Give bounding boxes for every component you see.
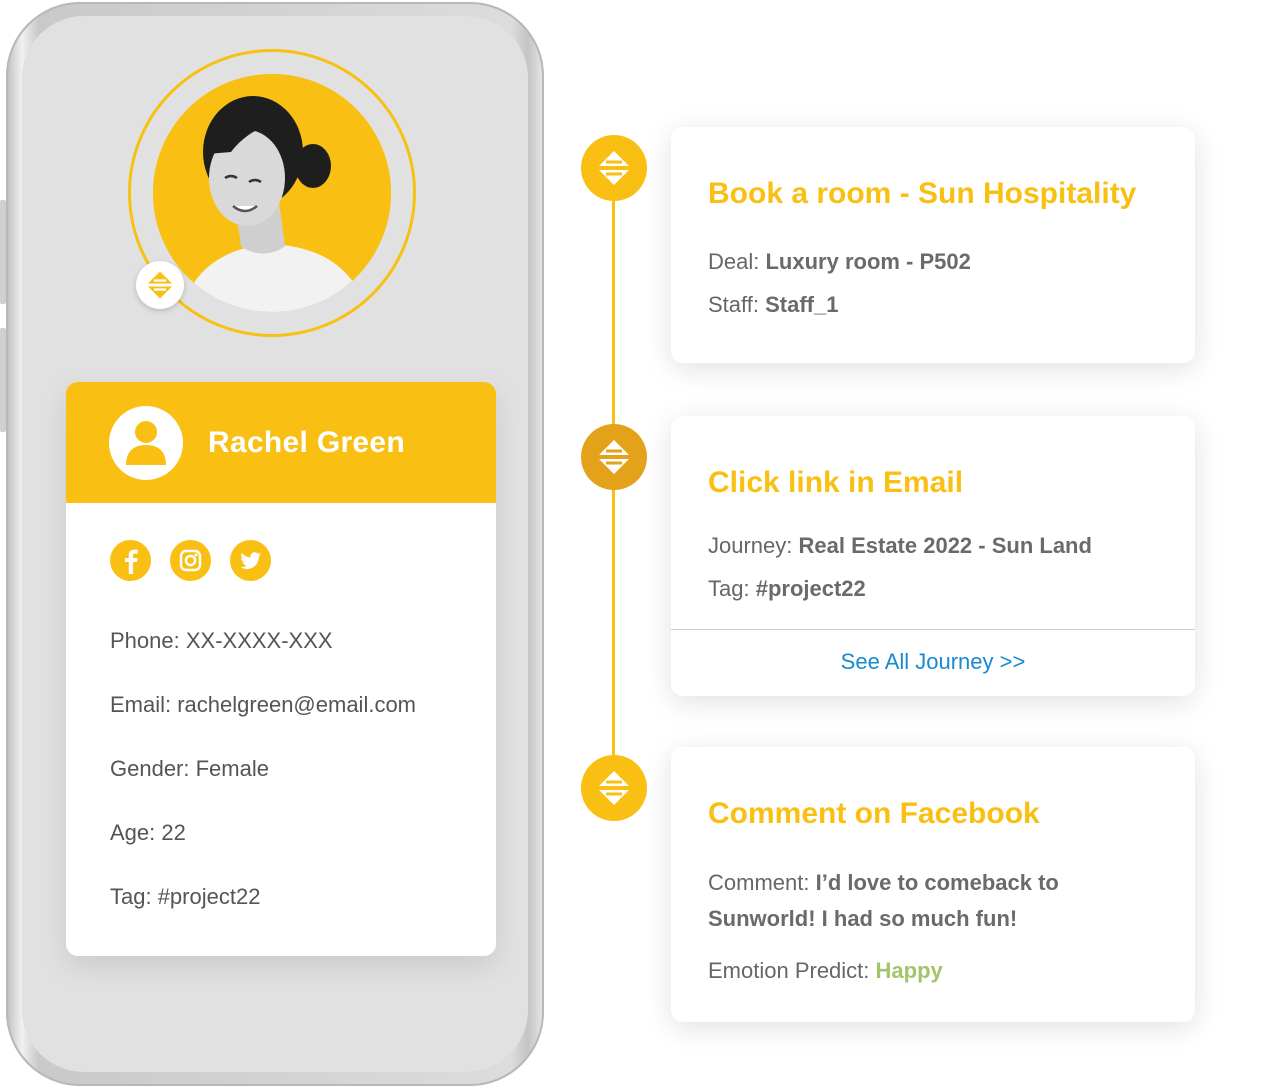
event-comment-line-2: Sunworld! I had so much fun!: [708, 906, 1017, 932]
phone-info: Phone: XX-XXXX-XXX: [110, 628, 333, 653]
twitter-icon[interactable]: [230, 540, 271, 581]
tag-value: #project22: [755, 576, 866, 601]
event-title: Click link in Email: [708, 466, 964, 499]
brand-logo-icon: [148, 271, 172, 299]
event-journey-line: Journey: Real Estate 2022 - Sun Land: [708, 533, 1092, 559]
event-emotion-line: Emotion Predict: Happy: [708, 958, 943, 984]
comment-value: I’d love to comeback to: [815, 870, 1059, 895]
brand-logo-icon: [599, 440, 629, 474]
card-divider: [671, 629, 1195, 630]
avatar-brand-badge: [136, 261, 184, 309]
social-links: [110, 540, 271, 581]
timeline-node-1: [581, 135, 647, 201]
instagram-icon[interactable]: [170, 540, 211, 581]
age-info: Age: 22: [110, 820, 186, 845]
tag-info: Tag: #project22: [110, 884, 261, 909]
brand-logo-icon: [599, 151, 629, 185]
profile-card: Rachel Green Phone: XX-XXXX-XXX Email: r…: [66, 382, 496, 956]
emotion-label: Emotion Predict:: [708, 958, 876, 983]
emotion-value: Happy: [875, 958, 943, 983]
brand-logo-icon: [599, 771, 629, 805]
staff-value: Staff_1: [765, 292, 839, 317]
avatar-portrait: [153, 74, 391, 312]
event-title: Book a room - Sun Hospitality: [708, 177, 1137, 210]
profile-name: Rachel Green: [208, 425, 406, 459]
timeline-node-3: [581, 755, 647, 821]
event-comment-line: Comment: I’d love to comeback to: [708, 870, 1059, 896]
facebook-icon[interactable]: [110, 540, 151, 581]
tag-label: Tag:: [708, 576, 756, 601]
deal-label: Deal:: [708, 249, 766, 274]
staff-label: Staff:: [708, 292, 766, 317]
gender-info: Gender: Female: [110, 756, 269, 781]
journey-value: Real Estate 2022 - Sun Land: [798, 533, 1092, 558]
comment-label: Comment:: [708, 870, 816, 895]
timeline-node-2: [581, 424, 647, 490]
profile-header: Rachel Green: [66, 382, 496, 503]
event-card-facebook-comment: Comment on Facebook Comment: I’d love to…: [671, 747, 1195, 1022]
email-info: Email: rachelgreen@email.com: [110, 692, 417, 717]
avatar: [153, 74, 391, 312]
event-card-email-click: Click link in Email Journey: Real Estate…: [671, 416, 1195, 696]
see-all-journey-link[interactable]: See All Journey >>: [671, 649, 1195, 675]
user-icon: [109, 405, 183, 480]
event-title: Comment on Facebook: [708, 797, 1040, 830]
event-staff-line: Staff: Staff_1: [708, 292, 838, 318]
journey-label: Journey:: [708, 533, 799, 558]
deal-value: Luxury room - P502: [765, 249, 971, 274]
event-deal-line: Deal: Luxury room - P502: [708, 249, 971, 275]
event-card-book-room: Book a room - Sun Hospitality Deal: Luxu…: [671, 127, 1195, 363]
event-tag-line: Tag: #project22: [708, 576, 866, 602]
comment-value-continued: Sunworld! I had so much fun!: [708, 906, 1018, 931]
